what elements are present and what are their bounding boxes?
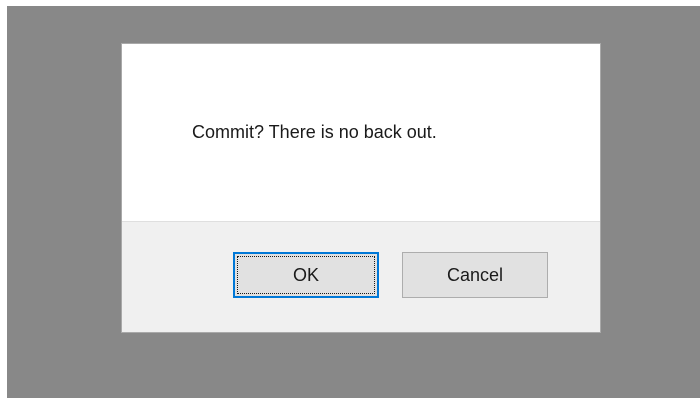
ok-button[interactable]: OK — [233, 252, 379, 298]
cancel-button[interactable]: Cancel — [402, 252, 548, 298]
focus-ring — [237, 256, 375, 294]
cancel-button-label: Cancel — [446, 264, 504, 285]
button-bar: OK Cancel — [122, 221, 600, 332]
message-area: Commit? There is no back out. — [122, 44, 600, 221]
dialog-message: Commit? There is no back out. — [192, 122, 437, 142]
confirm-dialog: Commit? There is no back out. OK Cancel — [121, 43, 601, 333]
